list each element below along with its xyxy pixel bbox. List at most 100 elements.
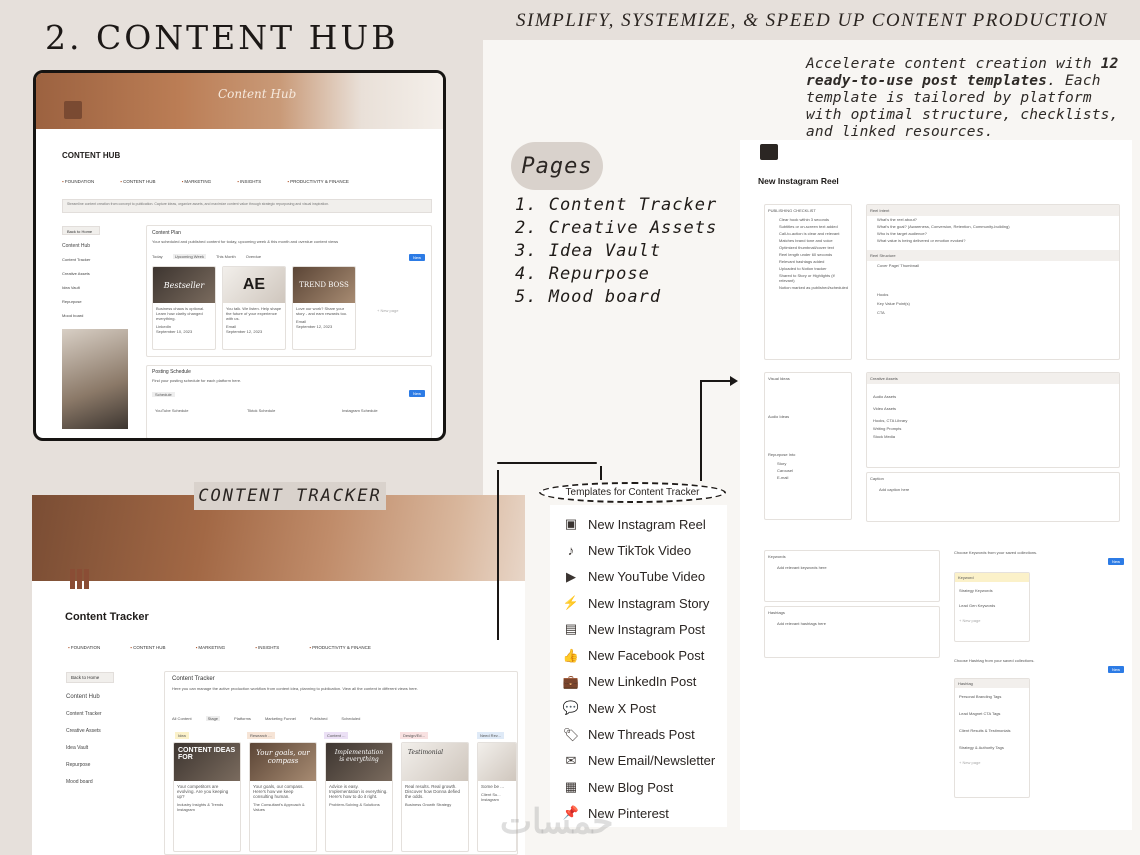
posting-tab[interactable]: Schedule — [152, 392, 175, 397]
checklist-item[interactable]: Optimized thumbnail/cover text — [765, 244, 851, 251]
plan-tab[interactable]: This Month — [216, 254, 236, 259]
hub-cover — [36, 73, 443, 129]
template-item[interactable]: 🏷 New Threads Post — [563, 721, 715, 747]
tracker-card[interactable]: Implementation is everything Advice is e… — [325, 742, 393, 852]
tracker-card[interactable]: Testimonial Real results. Real growth. D… — [401, 742, 469, 852]
tracker-card[interactable]: Your goals, our compass Your goals, our … — [249, 742, 317, 852]
checklist-item[interactable]: Call-to-action is clear and relevant — [765, 230, 851, 237]
tracker-nav-item[interactable]: PRODUCTIVITY & FINANCE — [309, 645, 371, 650]
checklist-item[interactable]: Uploaded to Notion tracker — [765, 265, 851, 272]
hub-side-item[interactable]: Repurpose — [62, 295, 90, 309]
page-item: 4. Repurpose — [515, 264, 650, 284]
schedule-instagram[interactable]: Instagram Schedule — [342, 408, 378, 413]
posting-new-button[interactable]: New — [408, 390, 425, 397]
tracker-side-item[interactable]: Repurpose — [66, 757, 102, 774]
panel-tab[interactable]: All Content — [172, 716, 192, 721]
ht-item[interactable]: Lead Magnet CTA Tags — [955, 701, 1029, 718]
panel-tab[interactable]: Scheduled — [341, 716, 360, 721]
plan-new-page[interactable]: + New page — [377, 308, 398, 313]
template-item[interactable]: ▤ New Instagram Post — [563, 616, 715, 642]
plan-tab[interactable]: Overdue — [246, 254, 261, 259]
tracker-sidebar: Content Hub Content Tracker Creative Ass… — [66, 689, 102, 791]
tracker-side-item[interactable]: Creative Assets — [66, 723, 102, 740]
tracker-side-item[interactable]: Mood board — [66, 774, 102, 791]
repurpose-item[interactable]: Carousel — [765, 467, 851, 474]
keywords-input[interactable]: Add relevant keywords here — [765, 562, 939, 573]
panel-tab[interactable]: Marketing Funnel — [265, 716, 296, 721]
tracker-nav-item[interactable]: MARKETING — [196, 645, 225, 650]
kw-new-button[interactable]: New — [1108, 558, 1125, 565]
schedule-youtube[interactable]: YouTube Schedule — [155, 408, 189, 413]
repurpose-title: Repurpose Into — [768, 452, 796, 457]
template-item[interactable]: ▣ New Instagram Reel — [563, 511, 715, 537]
template-label: New Threads Post — [588, 727, 695, 743]
plan-new-button[interactable]: New — [408, 254, 425, 261]
posting-title: Posting Schedule — [152, 369, 191, 375]
checklist-item[interactable]: Clear hook within 3 seconds — [765, 216, 851, 223]
panel-tab[interactable]: Published — [310, 716, 328, 721]
template-item[interactable]: 👍 New Facebook Post — [563, 642, 715, 668]
kw-item[interactable]: Lead Gen Keywords — [955, 595, 1029, 610]
reel-ideas-box: Visual Ideas Audio Ideas Repurpose Into … — [764, 372, 852, 520]
ht-new-page[interactable]: + New page — [955, 752, 1029, 767]
hub-side-item[interactable]: Creative Assets — [62, 267, 90, 281]
ht-item[interactable]: Personal Branding Tags — [955, 688, 1029, 701]
intent-item: Who is the target audience? — [877, 231, 927, 236]
caption-input[interactable]: Add caption here — [867, 484, 1119, 495]
template-item[interactable]: ▶ New YouTube Video — [563, 564, 715, 590]
hub-nav-item[interactable]: INSIGHTS — [237, 179, 261, 184]
tracker-side-item[interactable]: Content Tracker — [66, 706, 102, 723]
tracker-card[interactable]: CONTENT IDEAS FOR Your competitors are e… — [173, 742, 241, 852]
plan-tabs: Today Upcoming Week This Month Overdue — [152, 254, 261, 259]
panel-sub: Here you can manage the active productio… — [172, 686, 418, 691]
hub-side-item[interactable]: Idea Vault — [62, 281, 90, 295]
panel-tab[interactable]: Platforms — [234, 716, 251, 721]
repurpose-item[interactable]: Story — [765, 460, 851, 467]
tracker-side-item[interactable]: Idea Vault — [66, 740, 102, 757]
ht-item[interactable]: Strategy & Authority Tags — [955, 735, 1029, 752]
tiktok-icon: ♪ — [567, 542, 575, 558]
template-item[interactable]: ▦ New Blog Post — [563, 774, 715, 800]
repurpose-item[interactable]: E-mail — [765, 474, 851, 481]
template-item[interactable]: ✉ New Email/Newsletter — [563, 748, 716, 774]
hashtags-input[interactable]: Add relevant hashtags here — [765, 618, 939, 629]
template-item[interactable]: ⚡ New Instagram Story — [563, 590, 715, 616]
plan-card[interactable]: Bestseller Business chaos is optional. L… — [152, 266, 216, 350]
hub-nav-item[interactable]: PRODUCTIVITY & FINANCE — [287, 179, 349, 184]
column-header: Need Rev... — [477, 732, 504, 739]
hub-back-button[interactable]: Back to Home — [62, 226, 100, 235]
plan-tab[interactable]: Today — [152, 254, 163, 259]
ht-new-button[interactable]: New — [1108, 666, 1125, 673]
plan-card[interactable]: TREND BOSS Love our work? Share your sto… — [292, 266, 356, 350]
reel-page-icon — [760, 144, 778, 160]
checklist-item[interactable]: Shared to Story or Highlights (if releva… — [765, 272, 851, 284]
checklist-item[interactable]: Matches brand tone and voice — [765, 237, 851, 244]
hub-side-item[interactable]: Content Tracker — [62, 253, 90, 267]
blog-icon: ▦ — [564, 779, 578, 795]
panel-tab[interactable]: Stage — [205, 716, 221, 721]
template-item[interactable]: 💼 New LinkedIn Post — [563, 669, 715, 695]
checklist-item[interactable]: Subtitles or on-screen text added — [765, 223, 851, 230]
checklist-item[interactable]: Notion marked as published/scheduled — [765, 284, 851, 291]
checklist-item[interactable]: Reel length under 60 seconds — [765, 251, 851, 258]
pages-pill: Pages — [511, 142, 603, 190]
tracker-back-button[interactable]: Back to Home — [66, 672, 114, 683]
kw-new-page[interactable]: + New page — [955, 610, 1029, 625]
ht-item[interactable]: Client Results & Testimonials — [955, 718, 1029, 735]
hub-side-item[interactable]: Mood board — [62, 309, 90, 323]
hub-nav-item[interactable]: MARKETING — [182, 179, 211, 184]
hub-nav-item[interactable]: FOUNDATION — [62, 179, 94, 184]
template-item[interactable]: 💬 New X Post — [563, 695, 715, 721]
asset-item: Video Assets — [873, 406, 897, 411]
checklist-item[interactable]: Relevant hashtags added — [765, 258, 851, 265]
tracker-nav-item[interactable]: FOUNDATION — [68, 645, 100, 650]
plan-card[interactable]: AE You talk. We listen. Help shape the f… — [222, 266, 286, 350]
tracker-nav-item[interactable]: CONTENT HUB — [130, 645, 165, 650]
hub-nav-item[interactable]: CONTENT HUB — [120, 179, 155, 184]
plan-tab[interactable]: Upcoming Week — [172, 254, 206, 259]
kw-item[interactable]: Strategy Keywords — [955, 582, 1029, 595]
tracker-nav-item[interactable]: INSIGHTS — [255, 645, 279, 650]
schedule-tiktok[interactable]: Tiktok Schedule — [247, 408, 275, 413]
card-text: Business chaos is optional. Learn how cl… — [156, 306, 205, 321]
template-item[interactable]: ♪ New TikTok Video — [563, 537, 715, 563]
